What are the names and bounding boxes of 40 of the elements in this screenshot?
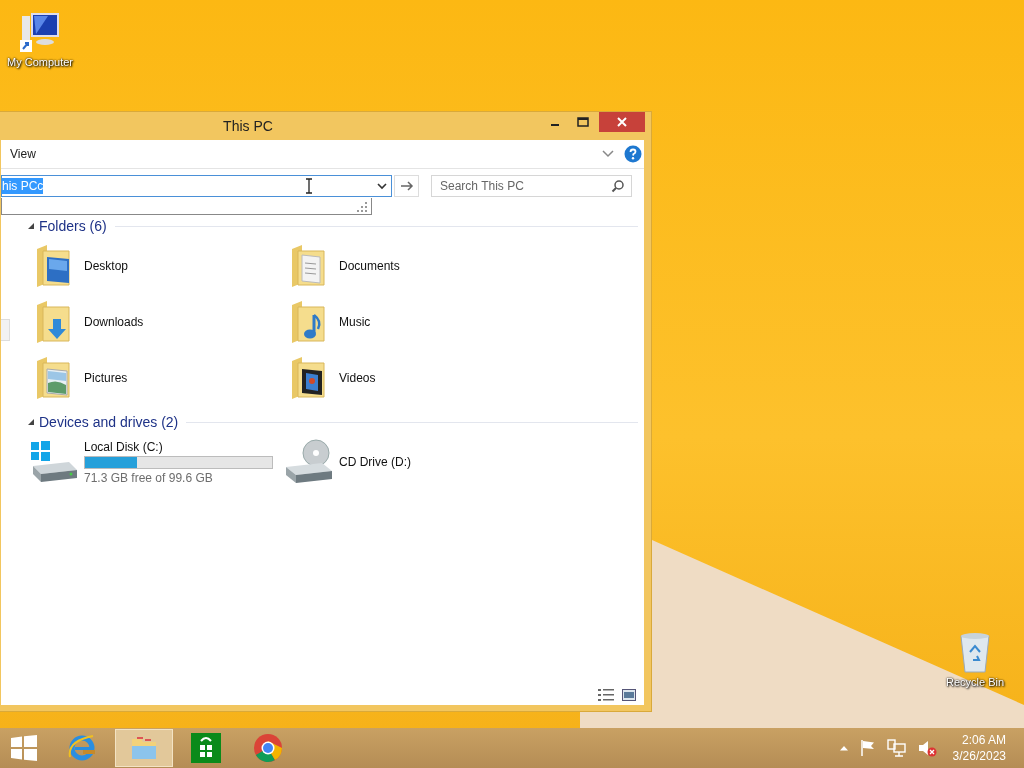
item-label[interactable]: Videos xyxy=(339,371,376,385)
item-label[interactable]: Local Disk (C:) xyxy=(84,439,273,454)
text-cursor-icon xyxy=(305,178,313,194)
item-label[interactable]: Documents xyxy=(339,259,400,273)
ribbon-tab[interactable]: View xyxy=(1,144,44,164)
item-label[interactable]: Pictures xyxy=(84,371,128,385)
browser-icon[interactable] xyxy=(253,733,283,763)
free-space-text: 71.3 GB free of 99.6 GB xyxy=(84,470,214,485)
item-label[interactable]: CD Drive (D:) xyxy=(339,455,411,469)
group-header[interactable]: Folders (6) xyxy=(39,218,107,234)
collapse-toggle-icon[interactable] xyxy=(28,419,34,425)
show-hidden-icons-icon[interactable] xyxy=(838,745,849,751)
maximize-icon[interactable] xyxy=(577,117,589,127)
go-button[interactable] xyxy=(394,175,419,197)
search-field[interactable]: Search This PC xyxy=(431,175,632,197)
network-icon[interactable] xyxy=(886,739,907,757)
window-title: This PC xyxy=(223,118,273,134)
close-icon[interactable] xyxy=(616,116,628,128)
flag-icon[interactable] xyxy=(858,739,877,757)
cd-drive-icon xyxy=(284,439,334,485)
recycle-bin-icon xyxy=(957,630,993,674)
hard-drive-icon xyxy=(29,440,79,484)
large-icons-view-icon[interactable] xyxy=(622,689,636,701)
group-header[interactable]: Devices and drives (2) xyxy=(39,414,179,430)
dropdown-caret-icon[interactable] xyxy=(377,182,387,190)
store-icon[interactable] xyxy=(191,733,221,763)
chevron-down-icon[interactable] xyxy=(602,150,614,158)
resize-grip-icon xyxy=(357,202,367,212)
help-icon[interactable] xyxy=(624,145,642,163)
computer-icon xyxy=(18,10,62,54)
windows-logo-icon[interactable] xyxy=(10,735,38,761)
details-view-icon[interactable] xyxy=(598,689,614,701)
collapse-toggle-icon[interactable] xyxy=(28,223,34,229)
muted-speaker-icon[interactable] xyxy=(916,739,937,757)
search-icon[interactable] xyxy=(611,179,625,193)
item-label[interactable]: Downloads xyxy=(84,315,144,329)
close-button[interactable] xyxy=(599,112,645,132)
item-label[interactable]: Desktop xyxy=(84,259,129,273)
item-label[interactable]: Music xyxy=(339,315,371,329)
arrow-right-icon[interactable] xyxy=(399,181,414,191)
